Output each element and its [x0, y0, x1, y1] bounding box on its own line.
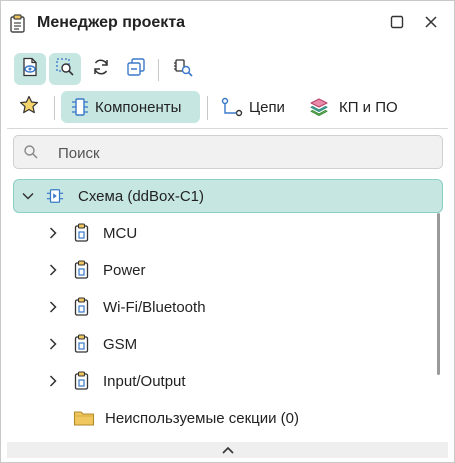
component-chip-icon [71, 97, 89, 117]
select-search-icon [55, 57, 75, 81]
folder-icon [73, 408, 95, 428]
tree-item-label: GSM [103, 335, 138, 353]
search-box [13, 135, 443, 169]
chevron-right-icon[interactable] [45, 336, 61, 352]
find-component-button[interactable] [167, 53, 199, 85]
chevron-placeholder [45, 410, 61, 426]
title-bar: Менеджер проекта [1, 1, 454, 47]
search-input[interactable] [56, 141, 430, 165]
tab-pcb-sw-label: КП и ПО [339, 98, 398, 116]
panel-title: Менеджер проекта [37, 14, 186, 31]
show-document-button[interactable] [14, 53, 46, 85]
maximize-icon [390, 15, 404, 33]
star-icon [19, 95, 39, 119]
tree-item-gsm[interactable]: GSM [45, 328, 137, 360]
tree-item-label: Неиспользуемые секции (0) [105, 409, 299, 427]
net-icon [221, 97, 243, 117]
close-icon [424, 15, 438, 33]
tree-item-label: Input/Output [103, 372, 186, 390]
project-manager-panel: Менеджер проекта Компоненты Цепи КП и ПО… [0, 0, 455, 463]
sheet-icon [73, 334, 91, 354]
select-search-button[interactable] [49, 53, 81, 85]
refresh-icon [91, 57, 111, 81]
chevron-up-icon [221, 445, 235, 455]
refresh-button[interactable] [85, 53, 117, 85]
chevron-right-icon[interactable] [45, 225, 61, 241]
tree-item-input-output[interactable]: Input/Output [45, 365, 186, 397]
favorites-button[interactable] [15, 91, 43, 123]
tree-root-schema[interactable]: Схема (ddBox-C1) [13, 179, 443, 213]
tree-scrollbar[interactable] [437, 213, 440, 375]
toolbar-separator [158, 59, 159, 81]
layers-icon [309, 97, 329, 117]
chevron-down-icon[interactable] [20, 188, 36, 204]
sheet-icon [73, 223, 91, 243]
tree-item-mcu[interactable]: MCU [45, 217, 137, 249]
expand-panel-bar[interactable] [7, 442, 448, 458]
tree-item-unused-sections[interactable]: Неиспользуемые секции (0) [45, 402, 299, 434]
tree-item-power[interactable]: Power [45, 254, 146, 286]
tree-item-wifi-bluetooth[interactable]: Wi-Fi/Bluetooth [45, 291, 206, 323]
tab-pcb-sw[interactable]: КП и ПО [303, 91, 403, 123]
document-eye-icon [20, 57, 40, 81]
tab-separator [207, 96, 208, 120]
sheet-icon [73, 297, 91, 317]
close-button[interactable] [421, 14, 441, 34]
schematic-icon [46, 186, 64, 206]
main-toolbar [1, 51, 454, 87]
tab-nets-label: Цепи [249, 98, 285, 116]
find-component-icon [173, 57, 193, 81]
tab-separator [54, 96, 55, 120]
tree-item-label: Power [103, 261, 146, 279]
tab-components[interactable]: Компоненты [61, 91, 200, 123]
collapse-all-button[interactable] [120, 53, 152, 85]
collapse-all-icon [126, 57, 146, 81]
view-tabs: Компоненты Цепи КП и ПО [1, 89, 454, 125]
tree-item-label: MCU [103, 224, 138, 242]
maximize-button[interactable] [387, 14, 407, 34]
sheet-icon [73, 371, 91, 391]
project-manager-icon [9, 14, 27, 34]
search-icon [23, 144, 39, 164]
sheet-icon [73, 260, 91, 280]
tree-root-label: Схема (ddBox-C1) [78, 187, 205, 205]
tab-nets[interactable]: Цепи [215, 91, 295, 123]
chevron-right-icon[interactable] [45, 299, 61, 315]
chevron-right-icon[interactable] [45, 373, 61, 389]
chevron-right-icon[interactable] [45, 262, 61, 278]
toolbar-divider [7, 128, 448, 129]
tab-components-label: Компоненты [95, 98, 182, 116]
tree-item-label: Wi-Fi/Bluetooth [103, 298, 206, 316]
